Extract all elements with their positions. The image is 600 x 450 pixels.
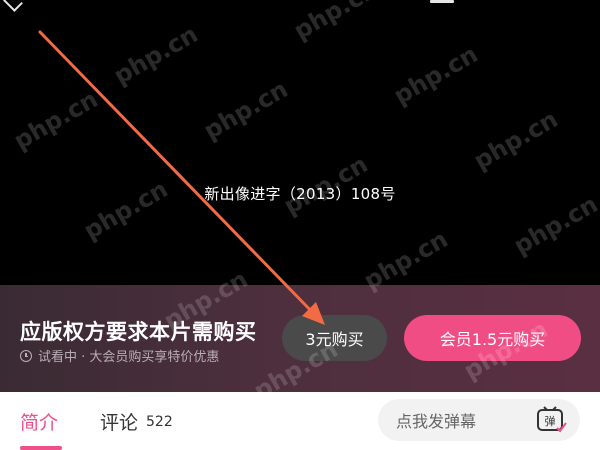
tab-intro[interactable]: 简介 xyxy=(20,408,58,435)
danmaku-toggle[interactable]: 弹 xyxy=(522,399,580,441)
paywall-subtitle: 试看中 · 大会员购买享特价优惠 xyxy=(20,346,219,365)
danmaku-input[interactable]: 点我发弹幕 xyxy=(378,399,522,441)
back-icon[interactable] xyxy=(3,0,23,12)
paywall-subtitle-text: 试看中 · 大会员购买享特价优惠 xyxy=(38,350,220,365)
paywall-title: 应版权方要求本片需购买 xyxy=(20,320,257,344)
tab-comments[interactable]: 评论 xyxy=(100,408,138,435)
menu-icon[interactable] xyxy=(430,0,454,3)
danmaku-icon-glyph: 弹 xyxy=(545,414,556,428)
vip-buy-button[interactable]: 会员1.5元购买 xyxy=(404,315,581,361)
license-number: 新出像进字（2013）108号 xyxy=(204,185,396,203)
player-top-bar xyxy=(0,0,600,12)
danmaku-icon: 弹 xyxy=(537,406,567,433)
tab-active-indicator xyxy=(20,446,62,450)
comments-count: 522 xyxy=(146,414,173,430)
clock-icon xyxy=(20,349,32,362)
buy-button[interactable]: 3元购买 xyxy=(282,315,387,361)
